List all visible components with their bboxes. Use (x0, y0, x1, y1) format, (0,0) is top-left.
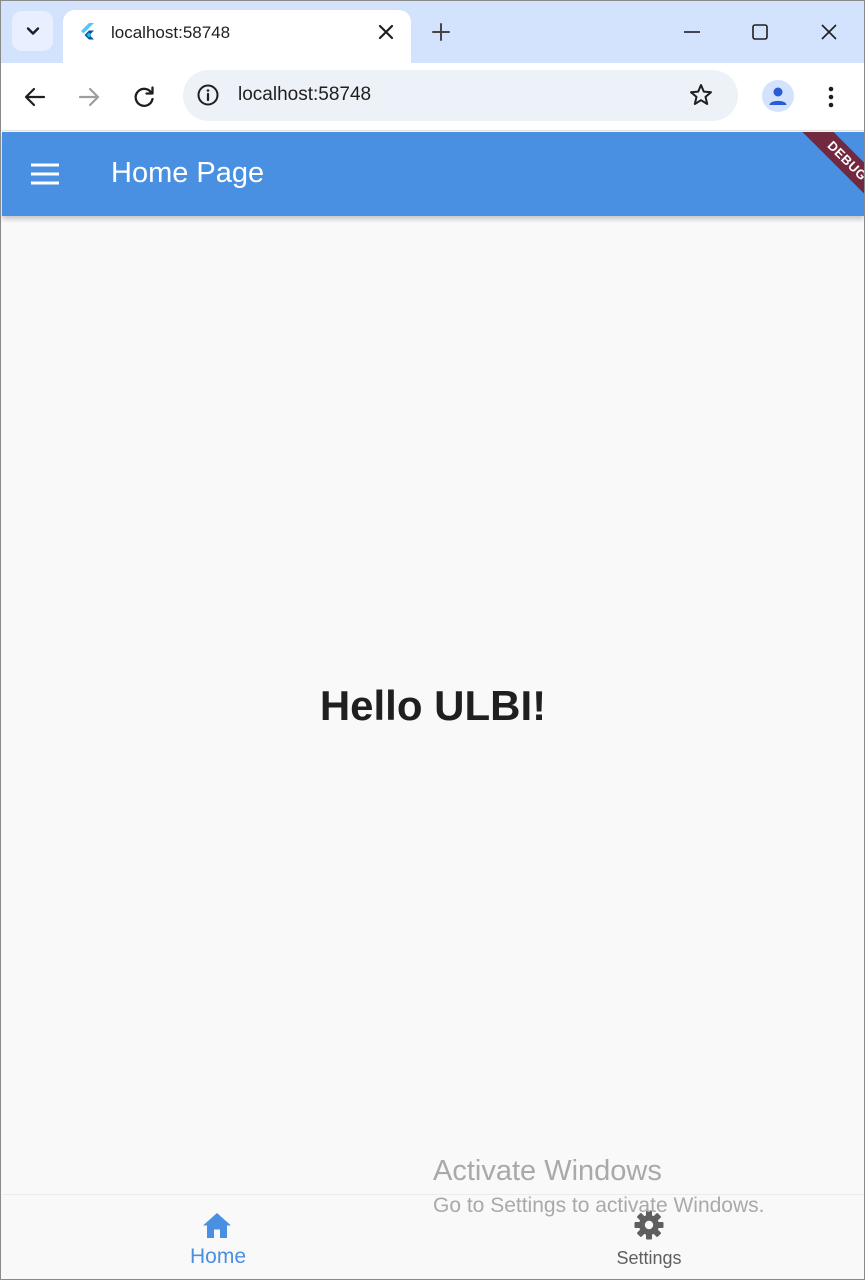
chevron-down-icon (26, 27, 39, 35)
flutter-icon (81, 23, 94, 40)
home-icon (203, 1213, 231, 1238)
debug-banner: DEBUG (786, 132, 864, 216)
activation-watermark-subtitle: Go to Settings to activate Windows. (433, 1194, 765, 1217)
back-arrow-icon[interactable] (21, 83, 49, 111)
nav-label-home: Home (189, 1245, 247, 1268)
profile-avatar[interactable] (762, 80, 794, 112)
maximize-icon[interactable] (747, 19, 773, 45)
close-icon[interactable] (375, 21, 397, 43)
tab-strip: localhost:58748 (1, 1, 864, 63)
minimize-icon[interactable] (679, 19, 705, 45)
url-text[interactable]: localhost:58748 (238, 84, 371, 106)
nav-item-home[interactable]: Home (2, 1195, 433, 1279)
address-bar[interactable]: localhost:58748 (183, 70, 738, 121)
window-close-icon[interactable] (816, 19, 842, 45)
page-body: Hello ULBI! (2, 216, 864, 1194)
tab-search-button[interactable] (12, 11, 53, 51)
kebab-menu-icon[interactable] (819, 83, 843, 111)
nav-label-settings: Settings (616, 1248, 682, 1268)
greeting-text: Hello ULBI! (319, 682, 547, 729)
tab-title: localhost:58748 (111, 23, 231, 42)
star-icon[interactable] (688, 82, 714, 108)
hamburger-menu-icon[interactable] (30, 162, 60, 186)
app-bar: Home Page DEBUG (2, 132, 864, 216)
forward-arrow-icon[interactable] (75, 83, 103, 111)
activation-watermark-title: Activate Windows (433, 1155, 662, 1187)
browser-window: localhost:58748 localhost:58748 Home Pag… (0, 0, 865, 1280)
person-icon (769, 87, 787, 105)
reload-icon[interactable] (130, 83, 158, 111)
info-icon[interactable] (196, 83, 220, 107)
page-title: Home Page (111, 157, 265, 189)
new-tab-plus-icon[interactable] (429, 20, 453, 44)
browser-toolbar: localhost:58748 (1, 63, 864, 131)
browser-tab[interactable]: localhost:58748 (63, 10, 411, 63)
